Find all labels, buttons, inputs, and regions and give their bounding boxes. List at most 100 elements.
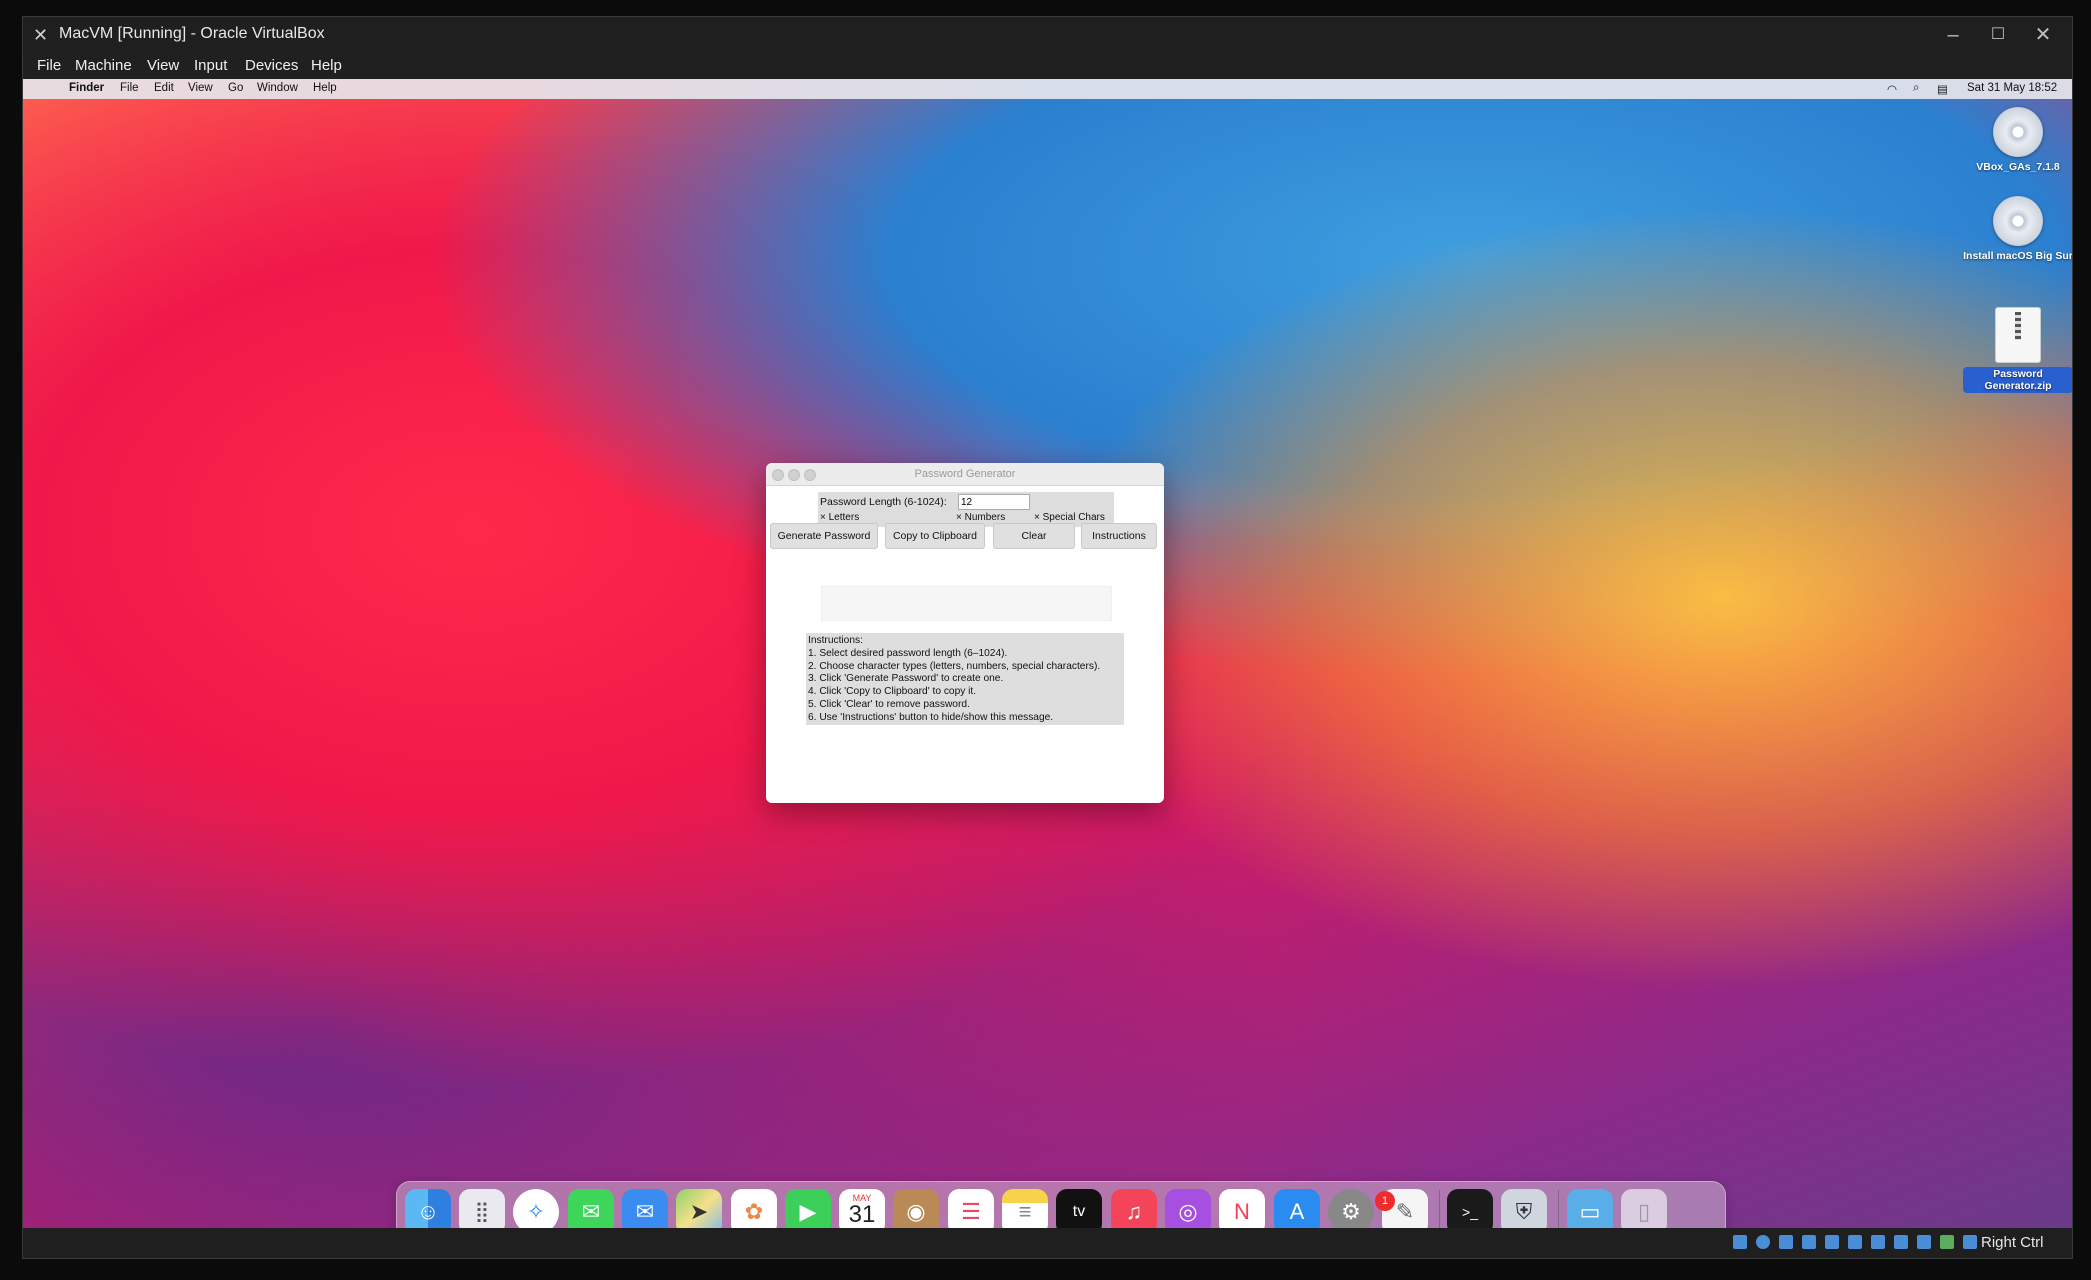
- desktop-icon-vbox-gas[interactable]: VBox_GAs_7.1.8: [1963, 107, 2072, 173]
- minimize-button[interactable]: –: [1933, 21, 1973, 49]
- instructions-line: 1. Select desired password length (6–102…: [808, 647, 1008, 659]
- instructions-line: 3. Click 'Generate Password' to create o…: [808, 673, 1004, 685]
- wifi-icon[interactable]: ◠: [1887, 82, 1897, 96]
- instructions-line: 4. Click 'Copy to Clipboard' to copy it.: [808, 686, 977, 698]
- password-generator-icon[interactable]: ⛨: [1501, 1189, 1547, 1228]
- virtualbox-icon: ✕: [33, 25, 49, 45]
- pwgen-title: Password Generator: [914, 468, 1016, 480]
- reminders-icon[interactable]: ☰: [948, 1189, 994, 1228]
- instructions-line: Instructions:: [808, 635, 863, 646]
- password-output[interactable]: [821, 586, 1112, 621]
- pwgen-titlebar: Password Generator: [766, 463, 1164, 486]
- vbox-statusbar: Right Ctrl: [23, 1228, 2072, 1258]
- host-menu-file[interactable]: File: [37, 57, 61, 74]
- host-key-label: Right Ctrl: [1981, 1234, 2044, 1251]
- numbers-label: Numbers: [964, 512, 1006, 523]
- spotlight-icon[interactable]: ⌕: [1913, 82, 1919, 95]
- host-menu-help[interactable]: Help: [311, 57, 342, 74]
- audio-icon[interactable]: [1779, 1235, 1793, 1249]
- host-menu-view[interactable]: View: [147, 57, 179, 74]
- generate-password-button[interactable]: Generate Password: [770, 523, 878, 549]
- menubar-clock[interactable]: Sat 31 May 18:52: [1967, 82, 2057, 94]
- zip-icon: [1995, 307, 2041, 363]
- special-chars-label: Special Chars: [1042, 512, 1105, 523]
- dock: ☺ ⣿ ✧ ✉ ✉ ➤ ✿ ▶ MAY 31 ◉ ☰ ≡ tv ♫ ◎ N A …: [396, 1181, 1726, 1228]
- shared-folders-icon[interactable]: [1848, 1235, 1862, 1249]
- system-preferences-icon[interactable]: ⚙: [1328, 1189, 1374, 1228]
- launchpad-icon[interactable]: ⣿: [459, 1189, 505, 1228]
- numbers-checkbox[interactable]: × Numbers: [956, 512, 1005, 523]
- photos-icon[interactable]: ✿: [731, 1189, 777, 1228]
- mac-menu-go[interactable]: Go: [228, 82, 243, 94]
- cpu-icon[interactable]: [1917, 1235, 1931, 1249]
- dock-separator: [1439, 1190, 1440, 1228]
- title-bar: ✕ MacVM [Running] - Oracle VirtualBox – …: [23, 17, 2072, 53]
- letters-checkbox[interactable]: × Letters: [820, 512, 859, 523]
- mouse-integration-icon[interactable]: [1940, 1235, 1954, 1249]
- mac-menu-window[interactable]: Window: [257, 82, 298, 94]
- news-icon[interactable]: N: [1219, 1189, 1265, 1228]
- mac-menu-view[interactable]: View: [188, 82, 213, 94]
- zoom-traffic-light[interactable]: [804, 469, 816, 481]
- mac-menu-file[interactable]: File: [120, 82, 139, 94]
- trash-icon[interactable]: ▯: [1621, 1189, 1667, 1228]
- dock-separator: [1558, 1190, 1559, 1228]
- recording-icon[interactable]: [1894, 1235, 1908, 1249]
- contacts-icon[interactable]: ◉: [893, 1189, 939, 1228]
- hdd-icon[interactable]: [1733, 1235, 1747, 1249]
- mac-menu-help[interactable]: Help: [313, 82, 337, 94]
- close-button[interactable]: ✕: [2023, 21, 2063, 49]
- mac-menu-app[interactable]: Finder: [69, 82, 104, 94]
- maximize-button[interactable]: ☐: [1978, 21, 2018, 49]
- instructions-line: 2. Choose character types (letters, numb…: [808, 660, 1101, 672]
- length-input[interactable]: [958, 494, 1030, 510]
- host-menu-machine[interactable]: Machine: [75, 57, 132, 74]
- tv-icon[interactable]: tv: [1056, 1189, 1102, 1228]
- instructions-line: 6. Use 'Instructions' button to hide/sho…: [808, 711, 1054, 723]
- disc-icon: [1993, 196, 2043, 246]
- safari-icon[interactable]: ✧: [513, 1189, 559, 1228]
- downloads-folder-icon[interactable]: ▭: [1567, 1189, 1613, 1228]
- instructions-button[interactable]: Instructions: [1081, 523, 1157, 549]
- instructions-line: 5. Click 'Clear' to remove password.: [808, 698, 970, 710]
- desktop-icon-install-macos[interactable]: Install macOS Big Sur: [1963, 196, 2072, 262]
- messages-icon[interactable]: ✉: [568, 1189, 614, 1228]
- control-center-icon[interactable]: ▤: [1937, 82, 1948, 96]
- clear-button[interactable]: Clear: [993, 523, 1075, 549]
- guest-screen: Finder File Edit View Go Window Help ◠ ⌕…: [23, 79, 2072, 1228]
- terminal-icon[interactable]: >_: [1447, 1189, 1493, 1228]
- password-generator-window: Password Generator Password Length (6-10…: [766, 463, 1164, 803]
- keyboard-icon[interactable]: [1963, 1235, 1977, 1249]
- mac-menu-edit[interactable]: Edit: [154, 82, 174, 94]
- facetime-icon[interactable]: ▶: [785, 1189, 831, 1228]
- finder-icon[interactable]: ☺: [405, 1189, 451, 1228]
- optical-drive-icon[interactable]: [1756, 1235, 1770, 1249]
- mail-icon[interactable]: ✉: [622, 1189, 668, 1228]
- disc-icon: [1993, 107, 2043, 157]
- host-menubar: File Machine View Input Devices Help: [23, 53, 2072, 79]
- desktop-icon-password-zip[interactable]: Password Generator.zip: [1963, 307, 2072, 393]
- app-store-icon[interactable]: A: [1274, 1189, 1320, 1228]
- close-traffic-light[interactable]: [772, 469, 784, 481]
- calendar-icon[interactable]: MAY 31: [839, 1189, 885, 1228]
- music-icon[interactable]: ♫: [1111, 1189, 1157, 1228]
- host-menu-input[interactable]: Input: [194, 57, 227, 74]
- host-menu-devices[interactable]: Devices: [245, 57, 298, 74]
- desktop-icon-label: Install macOS Big Sur: [1963, 250, 2072, 262]
- options-panel: Password Length (6-1024): × Letters × Nu…: [818, 492, 1114, 527]
- minimize-traffic-light[interactable]: [788, 469, 800, 481]
- maps-icon[interactable]: ➤: [676, 1189, 722, 1228]
- display-icon[interactable]: [1871, 1235, 1885, 1249]
- letters-label: Letters: [828, 512, 860, 523]
- usb-icon[interactable]: [1825, 1235, 1839, 1249]
- copy-to-clipboard-button[interactable]: Copy to Clipboard: [885, 523, 985, 549]
- calendar-day: 31: [848, 1201, 876, 1228]
- notification-badge: 1: [1375, 1191, 1395, 1211]
- mac-menubar: Finder File Edit View Go Window Help ◠ ⌕…: [23, 79, 2072, 99]
- podcasts-icon[interactable]: ◎: [1165, 1189, 1211, 1228]
- window-title: MacVM [Running] - Oracle VirtualBox: [59, 25, 325, 42]
- special-chars-checkbox[interactable]: × Special Chars: [1034, 512, 1105, 523]
- notes-icon[interactable]: ≡: [1002, 1189, 1048, 1228]
- instructions-panel: Instructions: 1. Select desired password…: [806, 633, 1124, 725]
- network-icon[interactable]: [1802, 1235, 1816, 1249]
